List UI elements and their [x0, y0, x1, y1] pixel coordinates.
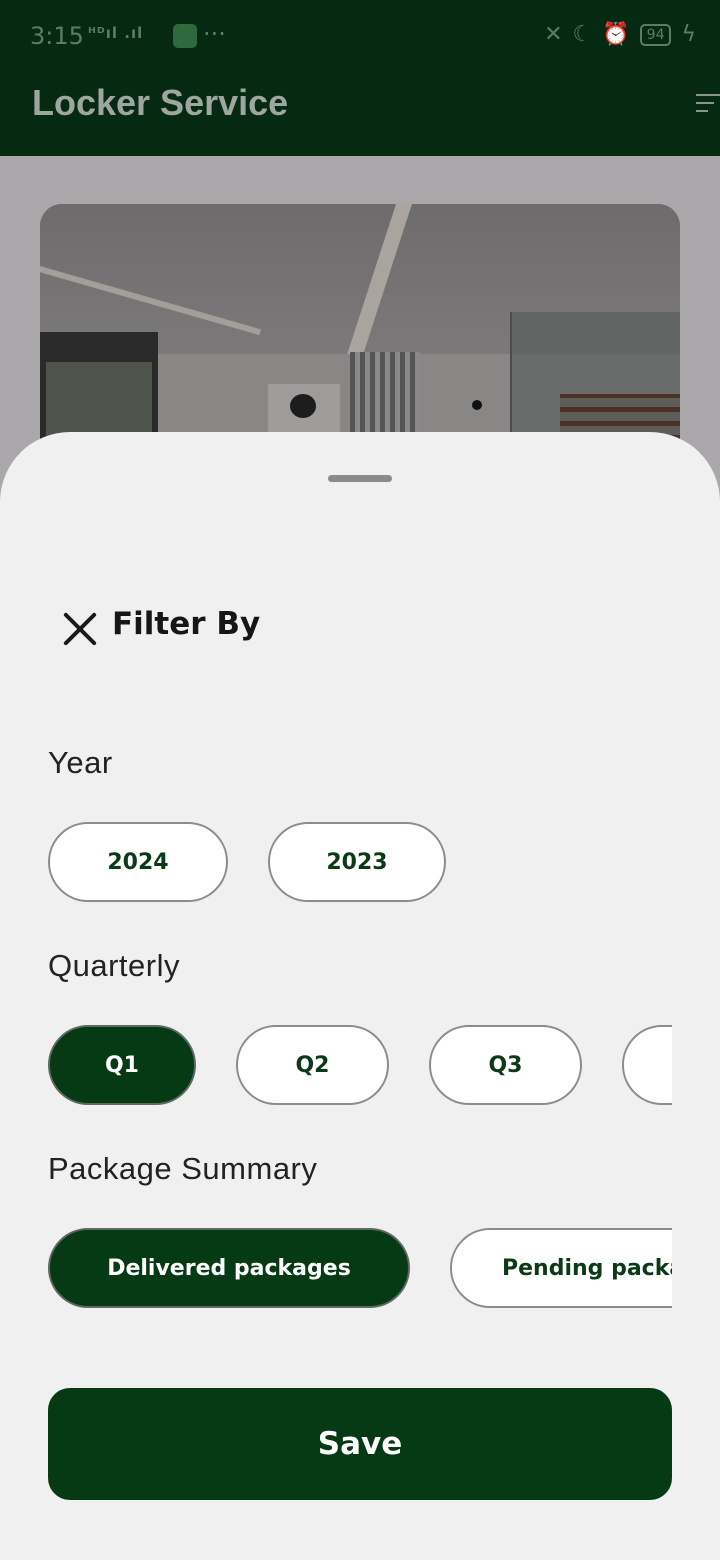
chip-q4[interactable]	[622, 1025, 672, 1105]
vibrate-off-icon: ✕	[544, 22, 563, 47]
status-icons: ✕ ☾ ⏰ 94 ϟ	[544, 22, 696, 47]
chip-delivered-packages[interactable]: Delivered packages	[48, 1228, 410, 1308]
package-summary-label: Package Summary	[48, 1151, 318, 1186]
chip-q3[interactable]: Q3	[429, 1025, 582, 1105]
chip-q1[interactable]: Q1	[48, 1025, 196, 1105]
filter-bottom-sheet: Filter By Year 2024 2023 Quarterly Q1 Q2…	[0, 432, 720, 1560]
chip-q2[interactable]: Q2	[236, 1025, 389, 1105]
battery-icon: 94	[639, 23, 672, 46]
status-bar: 3:15 ᴴᴰıl .ıl ··· ✕ ☾ ⏰ 94 ϟ	[0, 0, 720, 72]
package-chip-row: Delivered packages Pending packages	[48, 1228, 672, 1308]
quarterly-label: Quarterly	[48, 948, 180, 983]
moon-icon: ☾	[572, 22, 593, 47]
alarm-icon: ⏰	[602, 22, 630, 47]
status-time: 3:15	[30, 22, 84, 50]
filter-list-icon[interactable]	[696, 94, 720, 118]
app-title: Locker Service	[32, 82, 289, 123]
chip-pending-packages[interactable]: Pending packages	[450, 1228, 672, 1308]
quarter-chip-row: Q1 Q2 Q3	[48, 1025, 672, 1105]
save-button[interactable]: Save	[48, 1388, 672, 1500]
drag-handle[interactable]	[328, 475, 392, 482]
app-notification-icon	[173, 24, 197, 48]
sheet-title: Filter By	[112, 606, 261, 642]
app-bar: Locker Service	[0, 72, 720, 156]
close-icon[interactable]	[60, 609, 100, 649]
chip-year-2023[interactable]: 2023	[268, 822, 446, 902]
chip-year-2024[interactable]: 2024	[48, 822, 228, 902]
year-label: Year	[48, 745, 113, 780]
more-notifications-icon: ···	[203, 20, 226, 48]
signal-icon: ᴴᴰıl .ıl	[88, 24, 144, 42]
year-chip-row: 2024 2023	[48, 822, 672, 902]
charging-icon: ϟ	[681, 22, 696, 47]
